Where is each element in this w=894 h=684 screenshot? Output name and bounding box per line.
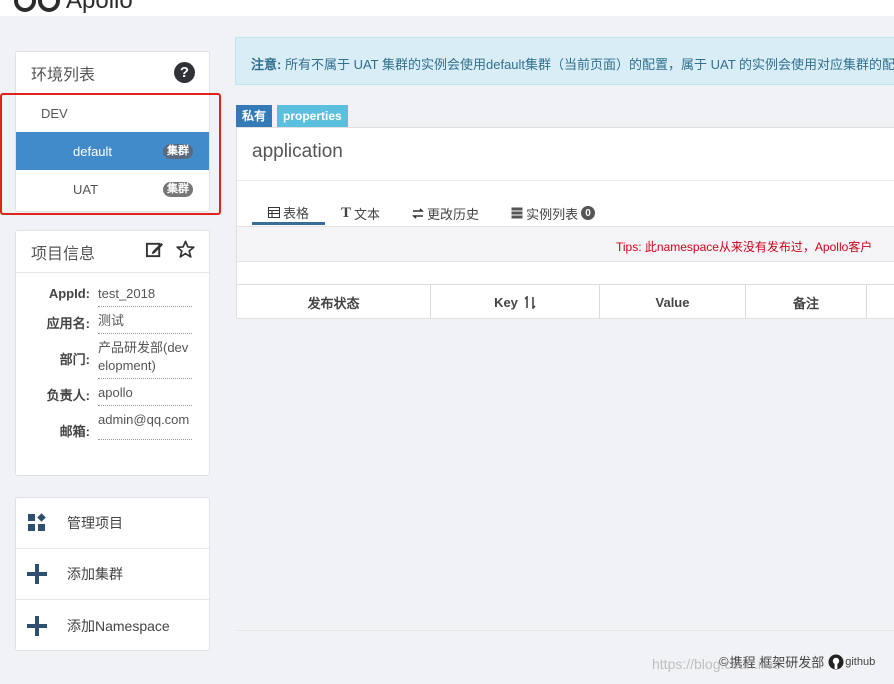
- info-row-app-name: 应用名: 测试: [16, 308, 195, 334]
- namespace-format-label: properties: [277, 105, 348, 127]
- footer-text: 携程 框架研发部: [729, 655, 825, 670]
- env-list-title: 环境列表: [31, 66, 96, 84]
- cluster-item-uat[interactable]: UAT 集群: [16, 170, 209, 208]
- project-info-header: 项目信息: [16, 231, 209, 273]
- sort-icon[interactable]: [524, 295, 536, 309]
- footer-divider: [236, 630, 894, 631]
- namespace-tabs: 表格 T 文本 更改历史 实例列表 0: [252, 203, 611, 225]
- star-icon[interactable]: [176, 240, 195, 264]
- info-key: 部门:: [59, 352, 90, 367]
- env-list-panel: 环境列表 ? DEV default 集群 UAT 集群: [15, 51, 210, 212]
- tab-instances[interactable]: 实例列表 0: [495, 203, 611, 225]
- apollo-logo[interactable]: Apollo: [14, 0, 133, 14]
- cluster-name: UAT: [73, 181, 99, 197]
- tab-text[interactable]: T 文本: [325, 203, 396, 225]
- cluster-badge: 集群: [163, 143, 193, 159]
- env-item-dev[interactable]: DEV: [16, 94, 209, 132]
- text-icon: T: [341, 204, 352, 221]
- notice-text: 所有不属于 UAT 集群的实例会使用default集群（当前页面）的配置，属于 …: [284, 57, 894, 72]
- info-value: 测试: [98, 308, 192, 334]
- info-key: 负责人:: [46, 388, 90, 403]
- info-key: 应用名:: [46, 316, 90, 331]
- info-row-email: 邮箱: admin@qq.com: [16, 407, 195, 440]
- add-cluster-button[interactable]: 添加集群: [16, 549, 209, 600]
- notice-alert: 注意: 所有不属于 UAT 集群的实例会使用default集群（当前页面）的配置…: [235, 37, 894, 85]
- dashboard-icon: [26, 512, 48, 534]
- env-list-header: 环境列表 ?: [16, 52, 209, 94]
- server-icon: [511, 207, 523, 219]
- column-header-extra: [867, 285, 894, 319]
- column-header-comment: 备注: [746, 285, 867, 319]
- add-namespace-button[interactable]: 添加Namespace: [16, 600, 209, 651]
- column-header-value: Value: [600, 285, 746, 319]
- info-row-department: 部门: 产品研发部(development): [16, 335, 195, 379]
- tab-history-label: 更改历史: [427, 206, 480, 222]
- cluster-badge: 集群: [163, 181, 193, 197]
- copyright-icon: ©: [719, 654, 729, 669]
- swap-icon: [412, 207, 424, 219]
- column-key-label: Key: [494, 294, 518, 310]
- help-icon[interactable]: ?: [174, 62, 195, 83]
- notice-label: 注意:: [251, 57, 282, 72]
- project-info-title: 项目信息: [31, 245, 96, 263]
- namespace-labels: 私有 properties: [236, 105, 348, 127]
- info-key: 邮箱:: [59, 424, 90, 439]
- namespace-scope-label: 私有: [236, 105, 273, 127]
- info-value: 产品研发部(development): [98, 335, 192, 379]
- tab-table[interactable]: 表格: [252, 203, 326, 225]
- logo-text: Apollo: [66, 0, 133, 14]
- add-namespace-label: 添加Namespace: [67, 617, 170, 634]
- tab-text-label: 文本: [354, 206, 381, 222]
- add-cluster-label: 添加集群: [67, 566, 123, 582]
- column-header-status: 发布状态: [237, 285, 431, 319]
- env-name: DEV: [41, 105, 68, 121]
- github-link[interactable]: github: [845, 656, 875, 668]
- instance-count-badge: 0: [581, 206, 596, 220]
- namespace-title: application: [252, 141, 343, 162]
- config-table-header: 发布状态 Key Value 备注: [237, 284, 894, 319]
- project-info-list: AppId: test_2018 应用名: 测试 部门: 产品研发部(devel…: [16, 273, 209, 440]
- github-icon[interactable]: [828, 654, 844, 670]
- tab-table-label: 表格: [283, 206, 310, 221]
- info-value: apollo: [98, 380, 192, 406]
- edit-icon[interactable]: [145, 240, 164, 264]
- table-icon: [268, 207, 280, 218]
- info-value: admin@qq.com: [98, 407, 192, 440]
- tips-message: Tips: 此namespace从来没有发布过，Apollo客户: [237, 226, 894, 262]
- plus-icon: [26, 615, 48, 637]
- project-info-panel: 项目信息 AppId: test_2018 应用名: 测试 部门: 产品研发部(…: [15, 230, 210, 476]
- info-row-appid: AppId: test_2018: [16, 281, 195, 307]
- tab-history[interactable]: 更改历史: [396, 203, 495, 225]
- namespace-panel: application 表格 T 文本 更改历史 实例列表 0 Tips: 此n…: [236, 127, 894, 319]
- footer: © 携程 框架研发部 github: [719, 652, 875, 671]
- divider: [237, 180, 894, 181]
- logo-mark-icon: [14, 0, 60, 12]
- info-key: AppId:: [48, 286, 90, 301]
- info-row-owner: 负责人: apollo: [16, 380, 195, 406]
- tab-instances-label: 实例列表: [526, 206, 579, 222]
- cluster-item-default[interactable]: default 集群: [16, 132, 209, 170]
- column-header-key[interactable]: Key: [431, 285, 600, 319]
- manage-project-label: 管理项目: [67, 515, 123, 531]
- actions-panel: 管理项目 添加集群 添加Namespace: [15, 497, 210, 651]
- plus-icon: [26, 563, 48, 585]
- top-header: Apollo: [0, 0, 894, 16]
- cluster-name: default: [73, 143, 113, 159]
- manage-project-button[interactable]: 管理项目: [16, 498, 209, 549]
- info-value: test_2018: [98, 281, 192, 307]
